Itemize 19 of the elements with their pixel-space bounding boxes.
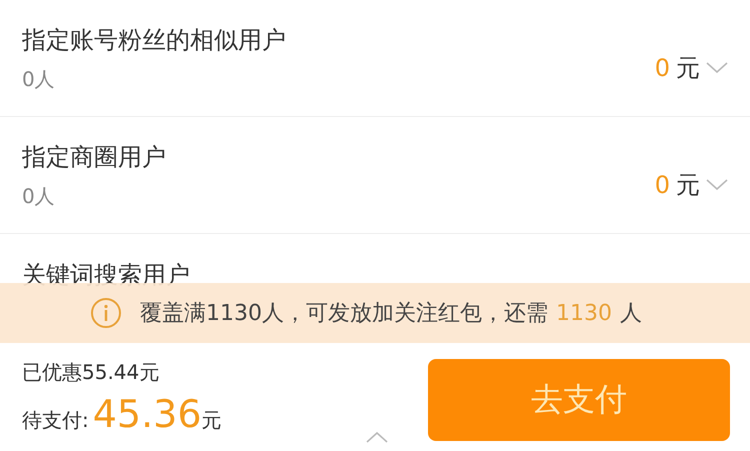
pay-amount: 45.36: [92, 392, 202, 436]
price-unit: 元: [676, 53, 700, 84]
chevron-up-icon[interactable]: [366, 431, 388, 443]
pay-unit: 元: [202, 406, 222, 434]
pay-label: 待支付:: [22, 406, 89, 434]
target-title: 指定商圈用户: [22, 142, 167, 172]
target-title: 关键词搜索用户: [22, 260, 191, 291]
chevron-down-icon[interactable]: [706, 62, 728, 74]
notice-text: 覆盖满1130人，可发放加关注红包，还需 1130 人: [140, 300, 642, 328]
price-unit: 元: [676, 170, 700, 201]
info-icon: [90, 297, 122, 329]
discount-text: 已优惠55.44元: [22, 358, 160, 386]
user-count: 0人: [22, 66, 56, 92]
user-count: 0人: [22, 182, 56, 210]
price-amount: 0: [654, 54, 670, 82]
pay-button[interactable]: 去支付: [428, 359, 730, 441]
price-amount: 0: [654, 171, 670, 199]
target-title: 指定账号粉丝的相似用户: [22, 24, 287, 56]
chevron-down-icon[interactable]: [706, 179, 728, 191]
